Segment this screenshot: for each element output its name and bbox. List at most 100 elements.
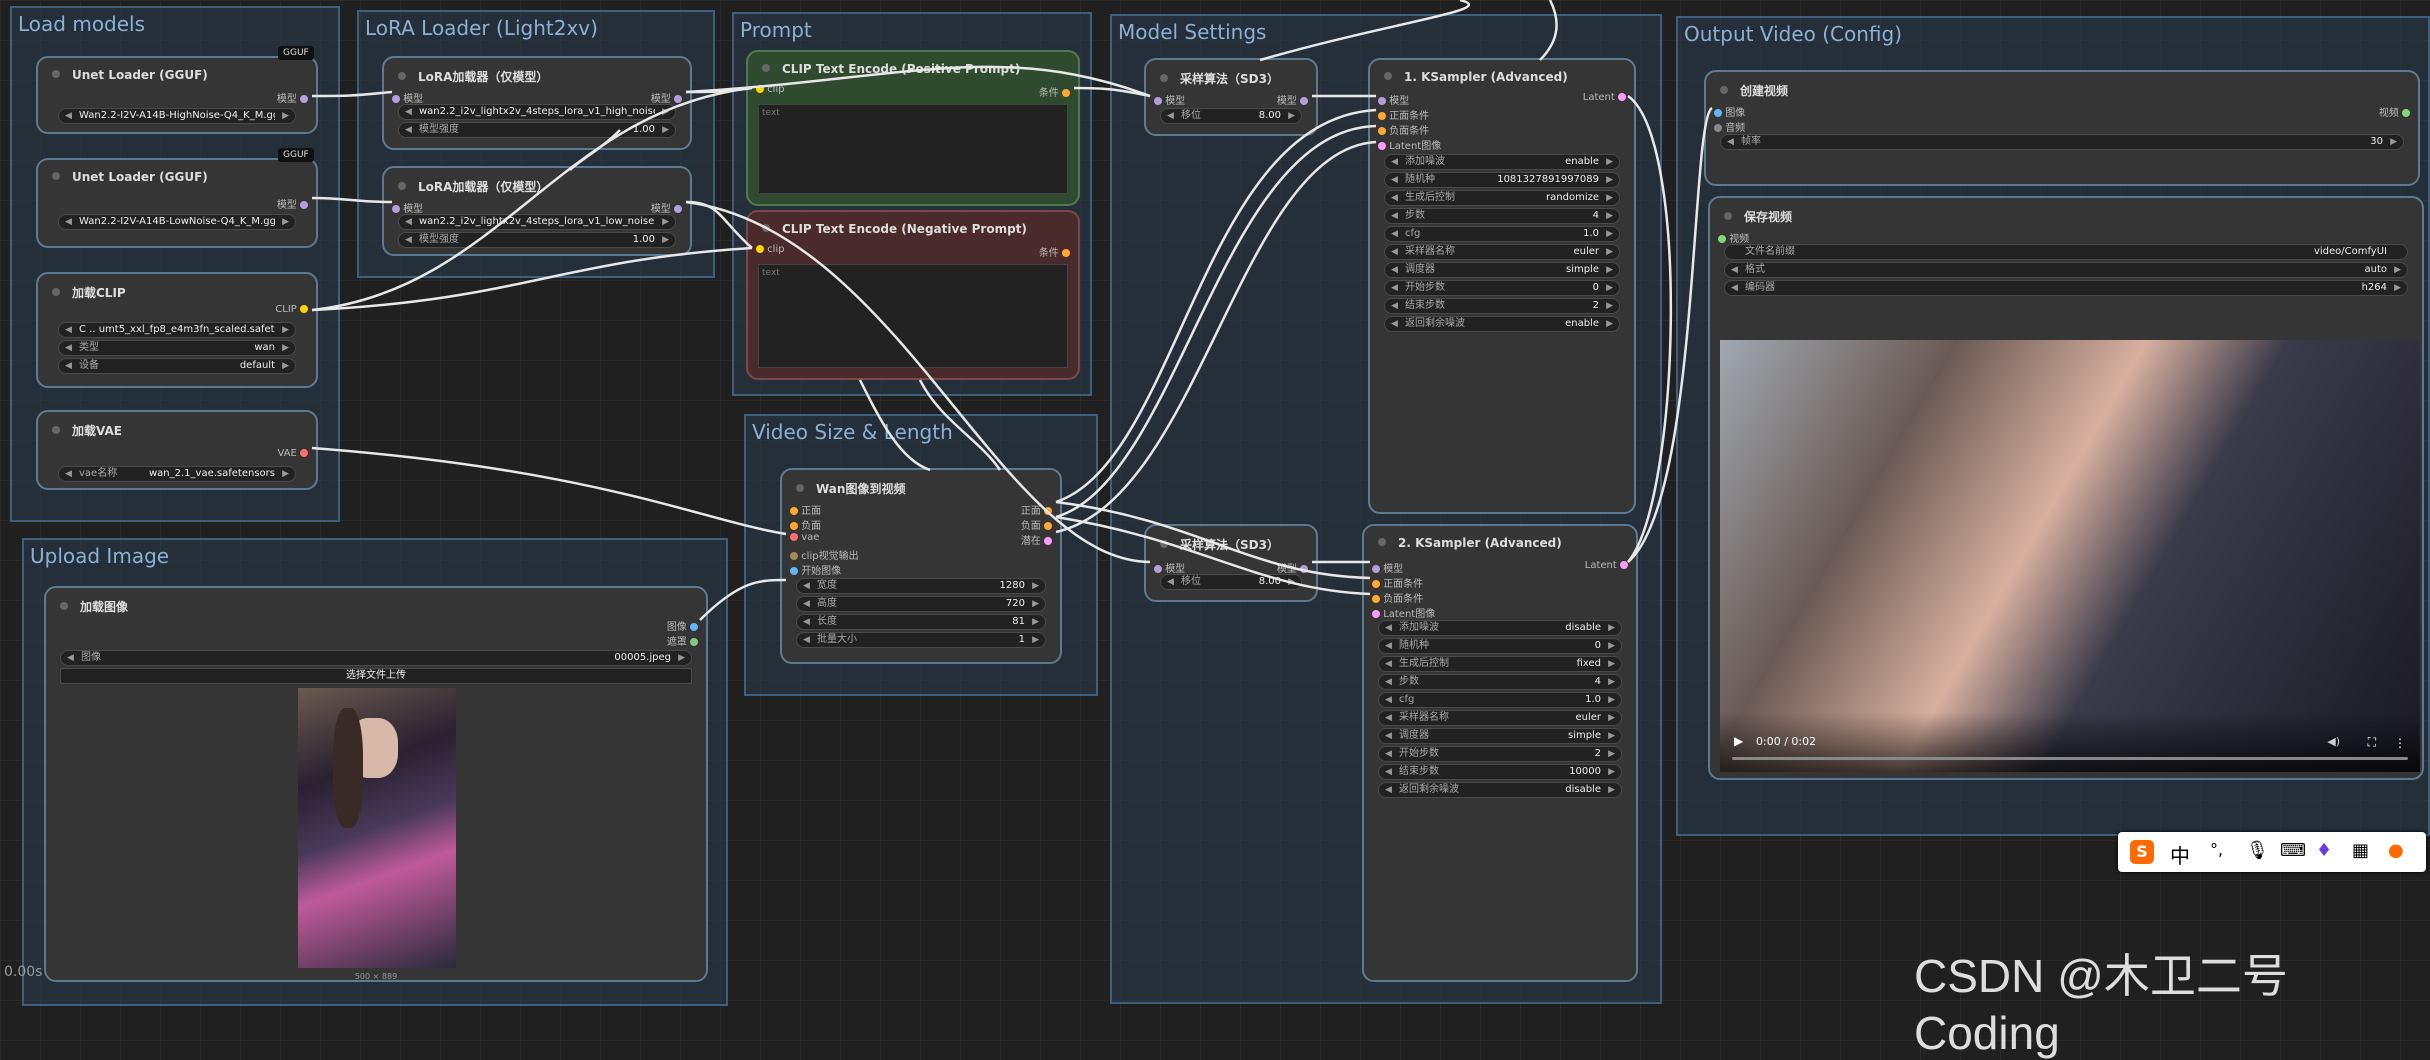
ks-widget[interactable]: ◀ 返回剩余噪波 enable ▶: [1384, 316, 1620, 332]
shift-slider[interactable]: ◀ 移位 8.00 ▶: [1160, 108, 1302, 124]
input-slot[interactable]: 视频: [1718, 230, 1749, 245]
input-slot[interactable]: 负面条件: [1372, 590, 1423, 605]
ks-widget[interactable]: ◀ cfg 1.0 ▶: [1384, 226, 1620, 242]
ks-widget[interactable]: ◀ 调度器 simple ▶: [1378, 728, 1622, 744]
video-player[interactable]: ▶ 0:00 / 0:02 ◀) ⛶ ⋮: [1720, 340, 2420, 772]
unet-name-combo[interactable]: ◀ Wan2.2-I2V-A14B-HighNoise-Q4_K_M.gguf ▶: [58, 108, 296, 124]
ks-widget[interactable]: ◀ 返回剩余噪波 disable ▶: [1378, 782, 1622, 798]
ks-widget[interactable]: ◀ 采样器名称 euler ▶: [1378, 710, 1622, 726]
ks-widget[interactable]: ◀ 采样器名称 euler ▶: [1384, 244, 1620, 260]
shift-slider[interactable]: ◀ 移位 8.00 ▶: [1160, 574, 1302, 590]
batch-size-slider[interactable]: ◀ 批量大小 1 ▶: [796, 632, 1046, 648]
microphone-icon[interactable]: 🎙: [2246, 840, 2269, 861]
lora-loader-low[interactable]: LoRA加载器（仅模型） 模型 模型 ◀ wan2.2_i2v_lightx2v_…: [382, 166, 692, 256]
prompt-textarea[interactable]: text: [758, 104, 1068, 194]
save-video-node[interactable]: 保存视频 视频 文件名前缀 video/ComfyUI ◀ 格式 auto ▶ ◀ 编码器…: [1708, 196, 2424, 780]
output-slot[interactable]: 图像: [667, 618, 698, 633]
input-slot[interactable]: clip: [756, 244, 785, 255]
input-slot[interactable]: 正面条件: [1378, 107, 1429, 122]
output-slot[interactable]: 条件: [1039, 84, 1070, 99]
format-combo[interactable]: ◀ 格式 auto ▶: [1724, 262, 2408, 278]
clip-loader[interactable]: 加载CLIP CLIP ◀ C .. umt5_xxl_fp8_e4m3fn_sc…: [36, 272, 318, 388]
prompt-textarea[interactable]: text: [758, 264, 1068, 368]
input-slot[interactable]: 模型: [392, 200, 423, 215]
vae-name-combo[interactable]: ◀ vae名称 wan_2.1_vae.safetensors ▶: [58, 466, 296, 482]
output-slot[interactable]: 正面: [1021, 502, 1052, 517]
positive-prompt-node[interactable]: CLIP Text Encode (Positive Prompt) clip …: [746, 50, 1080, 206]
more-icon[interactable]: ⋮: [2394, 736, 2406, 750]
output-slot[interactable]: Latent: [1585, 560, 1628, 571]
lora-strength-slider[interactable]: ◀ 模型强度 1.00 ▶: [398, 232, 676, 248]
negative-prompt-node[interactable]: CLIP Text Encode (Negative Prompt) clip …: [746, 210, 1080, 380]
fps-slider[interactable]: ◀ 帧率 30 ▶: [1720, 134, 2404, 150]
ks-widget[interactable]: ◀ 结束步数 2 ▶: [1384, 298, 1620, 314]
ks-widget[interactable]: ◀ cfg 1.0 ▶: [1378, 692, 1622, 708]
ks-widget[interactable]: ◀ 调度器 simple ▶: [1384, 262, 1620, 278]
input-slot[interactable]: 模型: [1378, 92, 1409, 107]
lora-loader-high[interactable]: LoRA加载器（仅模型） 模型 模型 ◀ wan2.2_i2v_lightx2v_…: [382, 56, 692, 150]
input-slot[interactable]: 模型: [1154, 92, 1185, 107]
ks-widget[interactable]: ◀ 随机种 0 ▶: [1378, 638, 1622, 654]
length-slider[interactable]: ◀ 长度 81 ▶: [796, 614, 1046, 630]
output-slot[interactable]: 模型: [277, 196, 308, 211]
volume-icon[interactable]: ◀): [2327, 735, 2340, 748]
input-slot[interactable]: Latent图像: [1378, 137, 1441, 152]
output-slot[interactable]: 遮罩: [667, 633, 698, 648]
height-slider[interactable]: ◀ 高度 720 ▶: [796, 596, 1046, 612]
mascot-icon[interactable]: ●: [2388, 840, 2404, 861]
input-slot[interactable]: 图像: [1714, 104, 1745, 119]
ks-widget[interactable]: ◀ 随机种 1081327891997089 ▶: [1384, 172, 1620, 188]
output-slot[interactable]: 负面: [1021, 517, 1052, 532]
play-icon[interactable]: ▶: [1734, 734, 1743, 748]
fullscreen-icon[interactable]: ⛶: [2368, 735, 2376, 750]
input-slot[interactable]: 模型: [392, 90, 423, 105]
ks-widget[interactable]: ◀ 步数 4 ▶: [1378, 674, 1622, 690]
input-slot[interactable]: clip: [756, 84, 785, 95]
ks-widget[interactable]: ◀ 添加噪波 enable ▶: [1384, 154, 1620, 170]
clip-type-combo[interactable]: ◀ 类型 wan ▶: [58, 340, 296, 356]
output-slot[interactable]: Latent: [1583, 92, 1626, 103]
input-slot[interactable]: 负面: [790, 517, 821, 532]
output-slot[interactable]: 潜在: [1021, 532, 1052, 547]
width-slider[interactable]: ◀ 宽度 1280 ▶: [796, 578, 1046, 594]
ksampler-1[interactable]: 1. KSampler (Advanced) 模型 正面条件 负面条件 Late…: [1368, 58, 1636, 514]
unet-name-combo[interactable]: ◀ Wan2.2-I2V-A14B-LowNoise-Q4_K_M.gguf ▶: [58, 214, 296, 230]
ks-widget[interactable]: ◀ 添加噪波 disable ▶: [1378, 620, 1622, 636]
clip-name-combo[interactable]: ◀C .. umt5_xxl_fp8_e4m3fn_scaled.safeten…: [58, 322, 296, 338]
input-slot[interactable]: clip视觉输出: [790, 547, 859, 562]
ks-widget[interactable]: ◀ 开始步数 2 ▶: [1378, 746, 1622, 762]
punctuation-mode-label[interactable]: °,: [2210, 840, 2223, 859]
input-slot[interactable]: Latent图像: [1372, 605, 1435, 620]
model-sampling-1[interactable]: 采样算法（SD3） 模型 模型 ◀ 移位 8.00 ▶: [1144, 58, 1318, 136]
lora-name-combo[interactable]: ◀ wan2.2_i2v_lightx2v_4steps_lora_v1_low_…: [398, 214, 676, 230]
input-slot[interactable]: 模型: [1154, 560, 1185, 575]
input-slot[interactable]: 正面: [790, 502, 821, 517]
chinese-mode-label[interactable]: 中: [2170, 840, 2190, 869]
input-slot[interactable]: 负面条件: [1378, 122, 1429, 137]
ks-widget[interactable]: ◀ 结束步数 10000 ▶: [1378, 764, 1622, 780]
lora-strength-slider[interactable]: ◀ 模型强度 1.00 ▶: [398, 122, 676, 138]
create-video-node[interactable]: 创建视频 图像 音频 视频 ◀ 帧率 30 ▶: [1704, 70, 2420, 186]
ime-toolbar[interactable]: S 中 °, 🎙 ⌨ ♦ ▦ ●: [2118, 832, 2426, 872]
input-slot[interactable]: 开始图像: [790, 562, 841, 577]
toolbox-icon[interactable]: ▦: [2352, 840, 2369, 861]
ksampler-2[interactable]: 2. KSampler (Advanced) 模型 正面条件 负面条件 Late…: [1362, 524, 1638, 982]
output-slot[interactable]: CLIP: [275, 304, 308, 315]
video-progress-bar[interactable]: [1732, 757, 2408, 760]
ks-widget[interactable]: ◀ 步数 4 ▶: [1384, 208, 1620, 224]
clip-device-combo[interactable]: ◀ 设备 default ▶: [58, 358, 296, 374]
output-slot[interactable]: VAE: [277, 448, 308, 459]
input-slot[interactable]: 模型: [1372, 560, 1403, 575]
codec-combo[interactable]: ◀ 编码器 h264 ▶: [1724, 280, 2408, 296]
vae-loader[interactable]: 加载VAE VAE ◀ vae名称 wan_2.1_vae.safetensors ▶: [36, 410, 318, 490]
ks-widget[interactable]: ◀ 开始步数 0 ▶: [1384, 280, 1620, 296]
filename-prefix-input[interactable]: 文件名前缀 video/ComfyUI: [1724, 244, 2408, 260]
output-slot[interactable]: 模型: [651, 200, 682, 215]
input-slot[interactable]: 音频: [1714, 119, 1745, 134]
input-slot[interactable]: 正面条件: [1372, 575, 1423, 590]
output-slot[interactable]: 模型: [277, 90, 308, 105]
unet-loader-low[interactable]: Unet Loader (GGUF) 模型 ◀ Wan2.2-I2V-A14B-L…: [36, 158, 318, 248]
unet-loader-high[interactable]: Unet Loader (GGUF) 模型 ◀ Wan2.2-I2V-A14B-H…: [36, 56, 318, 134]
output-slot[interactable]: 条件: [1039, 244, 1070, 259]
output-slot[interactable]: 视频: [2379, 104, 2410, 119]
